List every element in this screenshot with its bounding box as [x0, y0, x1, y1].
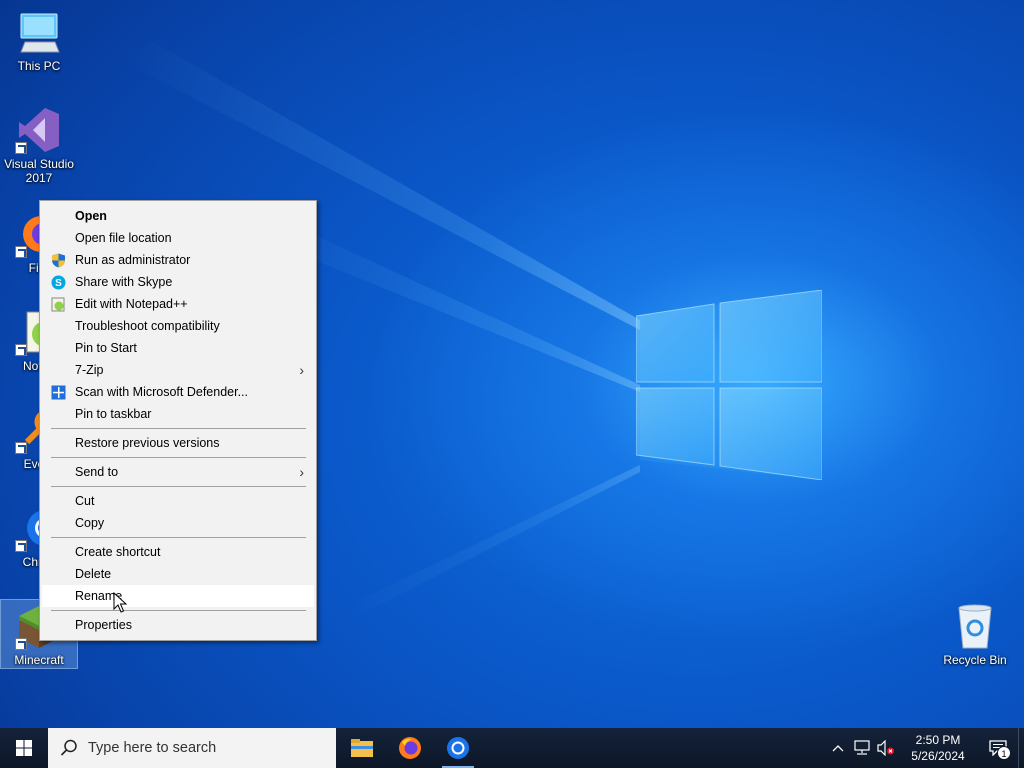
- menu-item-label: Create shortcut: [75, 545, 161, 559]
- menu-item-7-zip[interactable]: 7-Zip ›: [42, 359, 314, 381]
- menu-item-label: Share with Skype: [75, 275, 173, 289]
- menu-item-label: Run as administrator: [75, 253, 191, 267]
- menu-item-label: Delete: [75, 567, 112, 581]
- menu-item-run-as-administrator[interactable]: Run as administrator: [42, 249, 314, 271]
- tray-overflow-button[interactable]: [826, 728, 850, 768]
- menu-item-label: Pin to taskbar: [75, 407, 152, 421]
- menu-item-rename[interactable]: Rename: [42, 585, 314, 607]
- desktop-icon-label: This PC: [17, 59, 61, 73]
- shortcut-arrow-icon: [15, 540, 27, 552]
- computer-icon: [15, 8, 63, 56]
- menu-item-scan-with-defender[interactable]: Scan with Microsoft Defender...: [42, 381, 314, 403]
- menu-item-label: Properties: [75, 618, 132, 632]
- submenu-arrow-icon: ›: [299, 464, 304, 480]
- defender-icon: [51, 385, 66, 400]
- desktop-icon-label: Visual Studio 2017: [4, 157, 74, 185]
- tray-network[interactable]: [850, 728, 874, 768]
- volume-muted-icon: [877, 740, 894, 756]
- menu-item-label: Scan with Microsoft Defender...: [75, 385, 248, 399]
- system-tray: 2:50 PM 5/26/2024 1: [826, 728, 1024, 768]
- clock-time: 2:50 PM: [915, 733, 961, 747]
- menu-item-label: Troubleshoot compatibility: [75, 319, 220, 333]
- taskbar-file-explorer[interactable]: [338, 728, 386, 768]
- menu-item-delete[interactable]: Delete: [42, 563, 314, 585]
- firefox-icon: [399, 737, 421, 759]
- menu-item-label: Open file location: [75, 231, 172, 245]
- search-placeholder: Type here to search: [88, 740, 217, 756]
- menu-separator: [51, 428, 306, 429]
- context-menu: Open Open file location Run as administr…: [39, 200, 317, 641]
- menu-item-edit-with-notepad-plus-plus[interactable]: Edit with Notepad++: [42, 293, 314, 315]
- menu-item-troubleshoot-compatibility[interactable]: Troubleshoot compatibility: [42, 315, 314, 337]
- submenu-arrow-icon: ›: [299, 362, 304, 378]
- desktop-icon-recycle-bin[interactable]: Recycle Bin: [937, 602, 1013, 667]
- shortcut-arrow-icon: [15, 638, 27, 650]
- svg-text:S: S: [55, 278, 62, 289]
- menu-item-label: 7-Zip: [75, 363, 104, 377]
- taskbar-search-box[interactable]: Type here to search: [48, 728, 336, 768]
- desktop-icon-this-pc[interactable]: This PC: [1, 8, 77, 73]
- network-icon: [854, 740, 870, 755]
- skype-icon: S: [51, 275, 66, 290]
- menu-item-label: Edit with Notepad++: [75, 297, 188, 311]
- shortcut-arrow-icon: [15, 442, 27, 454]
- chrome-icon: [447, 737, 469, 759]
- windows-start-icon: [16, 740, 32, 756]
- windows-logo-wallpaper: [636, 290, 822, 480]
- menu-item-cut[interactable]: Cut: [42, 490, 314, 512]
- action-center-button[interactable]: 1: [978, 728, 1018, 768]
- menu-item-pin-to-start[interactable]: Pin to Start: [42, 337, 314, 359]
- menu-item-open[interactable]: Open: [42, 205, 314, 227]
- shortcut-arrow-icon: [15, 246, 27, 258]
- start-button[interactable]: [0, 728, 48, 768]
- menu-separator: [51, 457, 306, 458]
- notification-count-badge: 1: [997, 746, 1011, 760]
- menu-item-restore-previous-versions[interactable]: Restore previous versions: [42, 432, 314, 454]
- desktop-icon-label: Minecraft: [14, 653, 64, 667]
- chevron-up-icon: [832, 745, 844, 752]
- clock-date: 5/26/2024: [911, 749, 965, 763]
- menu-separator: [51, 537, 306, 538]
- tray-volume[interactable]: [874, 728, 898, 768]
- menu-item-label: Cut: [75, 494, 95, 508]
- menu-item-send-to[interactable]: Send to ›: [42, 461, 314, 483]
- file-explorer-icon: [351, 739, 373, 757]
- desktop-icon-visual-studio[interactable]: Visual Studio 2017: [1, 106, 77, 185]
- shortcut-arrow-icon: [15, 344, 27, 356]
- menu-item-label: Send to: [75, 465, 119, 479]
- show-desktop-button[interactable]: [1018, 728, 1024, 768]
- notepad-plus-plus-icon: [51, 297, 65, 312]
- menu-item-open-file-location[interactable]: Open file location: [42, 227, 314, 249]
- menu-item-create-shortcut[interactable]: Create shortcut: [42, 541, 314, 563]
- recycle-bin-icon: [951, 602, 999, 650]
- menu-item-label: Open: [75, 209, 107, 223]
- taskbar-chrome[interactable]: [434, 728, 482, 768]
- shortcut-arrow-icon: [15, 142, 27, 154]
- visual-studio-icon: [15, 106, 63, 154]
- menu-item-copy[interactable]: Copy: [42, 512, 314, 534]
- menu-item-label: Copy: [75, 516, 105, 530]
- taskbar-clock[interactable]: 2:50 PM 5/26/2024: [898, 732, 978, 764]
- menu-item-properties[interactable]: Properties: [42, 614, 314, 636]
- desktop-icon-label: Recycle Bin: [943, 653, 1007, 667]
- menu-item-pin-to-taskbar[interactable]: Pin to taskbar: [42, 403, 314, 425]
- uac-shield-icon: [52, 253, 65, 268]
- search-icon: [60, 739, 77, 756]
- taskbar: Type here to search 2:50 PM 5/26/2024 1: [0, 728, 1024, 768]
- menu-separator: [51, 610, 306, 611]
- menu-item-label: Pin to Start: [75, 341, 137, 355]
- menu-item-label: Restore previous versions: [75, 436, 220, 450]
- menu-item-share-with-skype[interactable]: S Share with Skype: [42, 271, 314, 293]
- menu-separator: [51, 486, 306, 487]
- mouse-cursor-icon: [113, 592, 127, 613]
- taskbar-firefox[interactable]: [386, 728, 434, 768]
